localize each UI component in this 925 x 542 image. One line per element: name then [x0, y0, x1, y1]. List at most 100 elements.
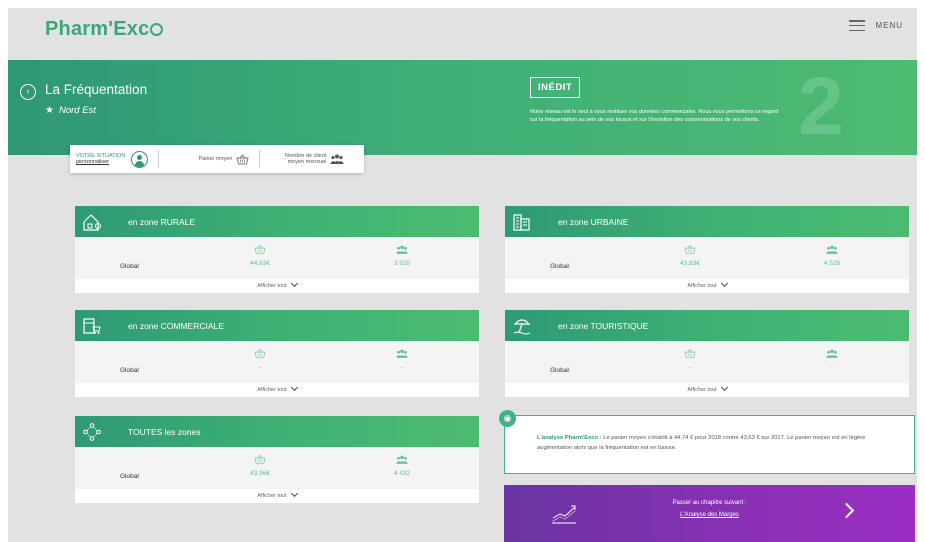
- clients-value: -: [367, 348, 437, 371]
- basket-icon: [236, 153, 250, 164]
- people-icon: [396, 245, 408, 254]
- page-title: La Fréquentation: [45, 82, 148, 97]
- row-label: Global: [120, 263, 139, 270]
- menu-label: MENU: [875, 21, 903, 30]
- basket-amount: 43,96€: [250, 470, 270, 477]
- clients-count: -: [400, 364, 404, 371]
- situation-clients: Nombre de client moyen mensuel: [270, 153, 350, 165]
- show-all-label: Afficher tout: [257, 283, 287, 289]
- zone-title: en zone TOURISTIQUE: [558, 320, 649, 331]
- clients-count: 3 920: [393, 260, 411, 267]
- show-all-button[interactable]: Afficher tout: [75, 279, 479, 293]
- divider: [158, 150, 160, 168]
- show-all-button[interactable]: Afficher tout: [505, 383, 909, 397]
- zone-card-commerciale: en zone COMMERCIALE Global - - Afficher …: [75, 310, 479, 397]
- shop-cart-icon: [82, 316, 102, 336]
- show-all-label: Afficher tout: [257, 493, 287, 499]
- zone-header: en zone TOURISTIQUE: [505, 310, 909, 341]
- clients-value: 4 432: [367, 454, 437, 477]
- clients-value: 3 920: [367, 244, 437, 267]
- zone-title: en zone URBAINE: [558, 216, 629, 227]
- zone-card-toutes: TOUTES les zones Global 43,96€ 4 432 Aff…: [75, 416, 479, 503]
- basket-icon: [684, 348, 696, 359]
- zone-header: TOUTES les zones: [75, 416, 479, 447]
- basket-icon: [684, 244, 696, 255]
- chevron-down-icon: [720, 279, 728, 288]
- zone-title: en zone RURALE: [128, 216, 196, 227]
- basket-amount: 43,83€: [680, 260, 700, 267]
- logo-mark-icon: [150, 23, 164, 36]
- people-icon: [330, 154, 345, 164]
- lightbulb-icon: ◉: [499, 410, 516, 427]
- basket-value: 43,96€: [225, 454, 295, 477]
- zone-card-urbaine: en zone URBAINE Global 43,83€ 4 526 Affi…: [505, 206, 909, 293]
- logo[interactable]: Pharm'Exc: [45, 18, 164, 41]
- beach-umbrella-icon: [512, 316, 532, 336]
- chapter-banner: ‹ La Fréquentation ★ Nord Est INÉDIT Not…: [8, 60, 917, 155]
- zone-row: Global - -: [75, 341, 479, 383]
- row-label: Global: [550, 263, 569, 270]
- zone-card-touristique: en zone TOURISTIQUE Global - - Afficher …: [505, 310, 909, 397]
- people-icon: [826, 349, 838, 358]
- zone-row: Global 43,96€ 4 432: [75, 447, 479, 489]
- basket-icon: [254, 244, 266, 255]
- analysis-box: ◉ L'analyse Pharm'Exco : Le panier moyen…: [499, 410, 915, 474]
- zone-row: Global - -: [505, 341, 909, 383]
- chevron-down-icon: [720, 383, 728, 392]
- situation-bar: VOTRE SITUATION personnaliser Panier moy…: [70, 145, 364, 173]
- next-chapter-link[interactable]: L'Analyse des Marges: [504, 512, 915, 518]
- banner-description: Notre réseau est le seul à vous restitue…: [530, 109, 779, 124]
- zone-card-rurale: en zone RURALE Global 44,63€ 3 920 Affic…: [75, 206, 479, 293]
- region-label: ★ Nord Est: [45, 105, 96, 116]
- basket-icon: [254, 454, 266, 465]
- people-icon: [396, 349, 408, 358]
- page: Pharm'Exc MENU ‹ La Fréquentation ★ Nord…: [8, 8, 917, 542]
- zone-header: en zone COMMERCIALE: [75, 310, 479, 341]
- network-icon: [82, 422, 102, 442]
- people-icon: [826, 245, 838, 254]
- show-all-button[interactable]: Afficher tout: [505, 279, 909, 293]
- new-badge: INÉDIT: [530, 77, 581, 98]
- show-all-button[interactable]: Afficher tout: [75, 383, 479, 397]
- analysis-title: L'analyse Pharm'Exco :: [537, 435, 602, 441]
- clients-count: 4 526: [823, 260, 841, 267]
- chevron-down-icon: [290, 279, 298, 288]
- user-avatar-icon: [131, 150, 149, 168]
- zone-header: en zone RURALE: [75, 206, 479, 237]
- basket-value: -: [225, 348, 295, 371]
- region-name: Nord Est: [58, 105, 96, 116]
- personalize-link[interactable]: personnaliser: [76, 159, 125, 165]
- basket-amount: -: [688, 364, 692, 371]
- show-all-button[interactable]: Afficher tout: [75, 489, 479, 503]
- star-icon: ★: [45, 105, 54, 116]
- clients-value: -: [797, 348, 867, 371]
- row-label: Global: [120, 473, 139, 480]
- basket-value: -: [655, 348, 725, 371]
- show-all-label: Afficher tout: [687, 283, 717, 289]
- clients-label: Nombre de client moyen mensuel: [284, 153, 327, 165]
- basket-value: 44,63€: [225, 244, 295, 267]
- situation-basket: Panier moyen: [169, 153, 250, 165]
- chevron-down-icon: [290, 489, 298, 498]
- chapter-number: 2: [798, 61, 844, 152]
- basket-amount: 44,63€: [250, 260, 270, 267]
- back-arrow-icon[interactable]: ‹: [20, 84, 36, 100]
- clients-count: -: [830, 364, 834, 371]
- zone-title: TOUTES les zones: [128, 426, 201, 437]
- next-chapter-label: Passer au chapitre suivant :: [672, 500, 747, 506]
- basket-icon: [254, 348, 266, 359]
- chevron-down-icon: [290, 383, 298, 392]
- row-label: Global: [550, 367, 569, 374]
- show-all-label: Afficher tout: [257, 387, 287, 393]
- next-chapter-banner[interactable]: Passer au chapitre suivant : L'Analyse d…: [504, 485, 915, 542]
- logo-text: Pharm'Exc: [45, 18, 150, 40]
- row-label: Global: [120, 367, 139, 374]
- menu-button[interactable]: MENU: [849, 20, 903, 31]
- analysis-text: L'analyse Pharm'Exco : Le panier moyen s…: [537, 434, 900, 453]
- show-all-label: Afficher tout: [687, 387, 717, 393]
- zone-header: en zone URBAINE: [505, 206, 909, 237]
- zone-title: en zone COMMERCIALE: [128, 320, 224, 331]
- clients-value: 4 526: [797, 244, 867, 267]
- buildings-icon: [512, 212, 532, 232]
- zone-row: Global 44,63€ 3 920: [75, 237, 479, 279]
